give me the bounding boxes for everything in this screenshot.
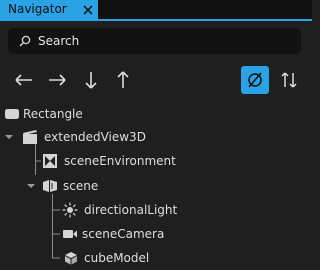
- tree-item-scene-label: scene: [63, 179, 99, 193]
- arrow-left-icon: [15, 74, 32, 86]
- tab-navigator[interactable]: Navigator: [0, 0, 98, 19]
- filter-toggle-button[interactable]: [241, 66, 269, 94]
- tree-item-directional-light-label: directionalLight: [84, 203, 178, 217]
- move-up-button[interactable]: [109, 66, 137, 94]
- empty-set-icon: [248, 72, 262, 88]
- chevron-down-icon[interactable]: [4, 133, 14, 141]
- search-icon: [19, 35, 31, 47]
- camera-icon: [63, 230, 77, 238]
- sun-icon: [62, 202, 78, 218]
- sort-icon: [281, 72, 297, 88]
- move-left-button[interactable]: [10, 66, 38, 94]
- tree-item-rectangle-label: Rectangle: [23, 107, 83, 121]
- move-right-button[interactable]: [43, 66, 71, 94]
- search-input[interactable]: Search: [8, 28, 301, 54]
- tree-item-extended-view-3d[interactable]: extendedView3D: [0, 125, 312, 149]
- tree-item-extended-view-3d-label: extendedView3D: [44, 130, 146, 144]
- arrow-right-icon: [49, 74, 66, 86]
- tree-item-scene[interactable]: scene: [0, 174, 312, 198]
- rectangle-icon: [5, 109, 19, 119]
- tree-item-scene-environment[interactable]: sceneEnvironment: [0, 149, 312, 173]
- tree-item-scene-camera[interactable]: sceneCamera: [0, 222, 312, 246]
- arrow-up-icon: [117, 71, 129, 88]
- tab-strip-underline: [0, 19, 312, 21]
- tree-item-cube-model-label: cubeModel: [84, 251, 150, 265]
- tab-strip: Navigator: [0, 0, 312, 21]
- tree-item-directional-light[interactable]: directionalLight: [0, 198, 312, 222]
- cube-icon: [65, 252, 77, 265]
- tree-item-scene-environment-label: sceneEnvironment: [64, 154, 176, 168]
- move-down-button[interactable]: [77, 66, 105, 94]
- sort-order-button[interactable]: [275, 66, 303, 94]
- view3d-icon: [23, 130, 37, 144]
- arrow-down-icon: [85, 72, 97, 89]
- chevron-down-icon[interactable]: [26, 182, 36, 190]
- scene-icon: [43, 180, 57, 192]
- tab-navigator-label: Navigator: [8, 2, 67, 16]
- tree-item-cube-model[interactable]: cubeModel: [0, 246, 312, 270]
- search-placeholder: Search: [38, 34, 80, 48]
- tree-item-rectangle[interactable]: Rectangle: [0, 102, 312, 126]
- close-icon[interactable]: [81, 3, 95, 17]
- scene-environment-icon: [43, 154, 57, 168]
- tree-item-scene-camera-label: sceneCamera: [82, 227, 165, 241]
